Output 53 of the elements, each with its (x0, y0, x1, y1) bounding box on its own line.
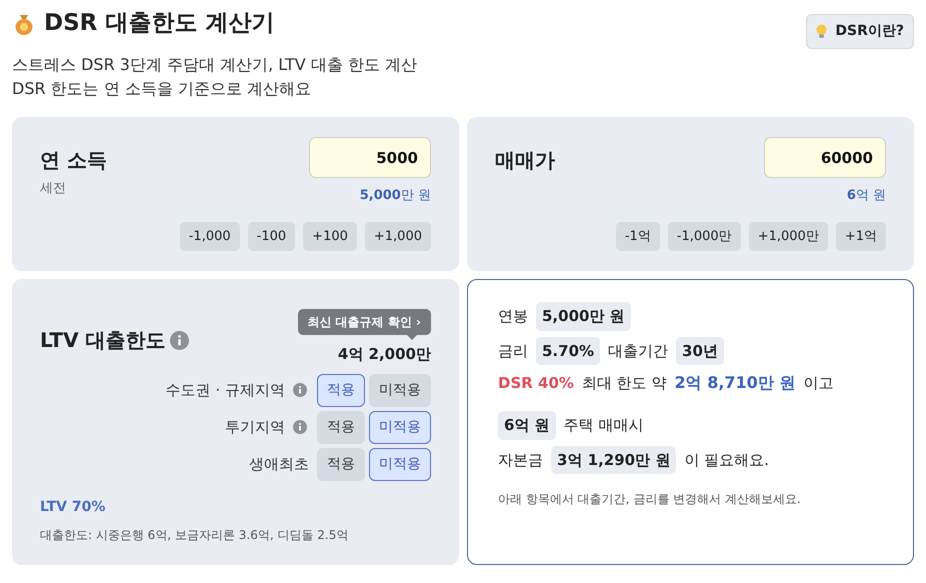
field-label: 매매가 (495, 147, 555, 174)
amount-field[interactable]: 5000 (309, 137, 431, 178)
value-chip: 30년 (676, 336, 724, 365)
option-button[interactable]: 미적용 (369, 448, 431, 480)
info-icon[interactable] (293, 420, 307, 434)
step-button[interactable]: -1,000 (180, 222, 240, 251)
result-text: 금리 (498, 340, 528, 362)
option-button[interactable]: 적용 (317, 448, 365, 480)
option-button[interactable]: 적용 (317, 410, 365, 444)
amount-field[interactable]: 60000 (764, 137, 886, 178)
tooltip-pointer (407, 335, 417, 340)
condition-label: 생애최초 (249, 454, 309, 475)
result-text: 연봉 (498, 306, 528, 327)
value-chip: 5,000만 원 (536, 302, 631, 330)
condition-label: 투기지역 (225, 416, 285, 438)
step-button[interactable]: +1억 (836, 222, 886, 251)
value-chip: 5.70% (536, 336, 600, 365)
step-button[interactable]: -1억 (616, 222, 660, 251)
result-text: 이 필요해요. (684, 450, 769, 470)
loan-limit-note: 대출한도: 시중은행 6억, 보금자리론 3.6억, 디딤돌 2.5억 (40, 526, 350, 544)
limit-amount: 2억 8,710만 원 (674, 372, 796, 394)
lightbulb-icon (816, 24, 828, 39)
amount-readout: 5,000만 원 (360, 187, 431, 205)
value-chip: 6억 원 (498, 411, 556, 440)
result-text: 주택 매매시 (564, 415, 644, 436)
hint-text: 아래 항목에서 대출기간, 금리를 변경해서 계산해보세요. (498, 491, 802, 508)
info-icon[interactable] (293, 383, 307, 397)
option-button[interactable]: 미적용 (369, 410, 431, 444)
field-sublabel: 세전 (40, 180, 67, 198)
page-title: DSR 대출한도 계산기 (44, 10, 274, 38)
step-button[interactable]: +1,000만 (748, 222, 828, 251)
ltv-amount: 4억 2,000만 (338, 344, 431, 365)
field-label: 연 소득 (40, 147, 107, 174)
amount-readout: 6억 원 (846, 187, 886, 205)
result-text: 최대 한도 약 (582, 372, 666, 394)
subtitle-text: DSR 한도는 연 소득을 기준으로 계산해요 (12, 78, 312, 100)
step-button[interactable]: +100 (303, 222, 357, 251)
dsr-label: DSR 40% (498, 372, 574, 394)
option-button[interactable]: 미적용 (369, 374, 431, 406)
value-chip: 3억 1,290만 원 (551, 446, 676, 474)
subtitle-text: 스트레스 DSR 3단계 주담대 계산기, LTV 대출 한도 계산 (12, 54, 418, 76)
step-button[interactable]: -100 (248, 222, 296, 251)
panel-title: LTV 대출한도 (40, 327, 166, 354)
result-text: 이고 (803, 372, 834, 394)
step-button[interactable]: +1,000 (364, 222, 431, 251)
step-button[interactable]: -1,000만 (668, 222, 741, 251)
result-text: 자본금 (498, 450, 543, 470)
condition-label: 수도권 · 규제지역 (166, 380, 285, 401)
option-button[interactable]: 적용 (317, 374, 365, 406)
result-text: 대출기간 (608, 340, 668, 362)
ltv-ratio: LTV 70% (40, 498, 106, 516)
help-button[interactable]: DSR이란? (806, 14, 914, 49)
info-icon[interactable] (170, 330, 189, 350)
